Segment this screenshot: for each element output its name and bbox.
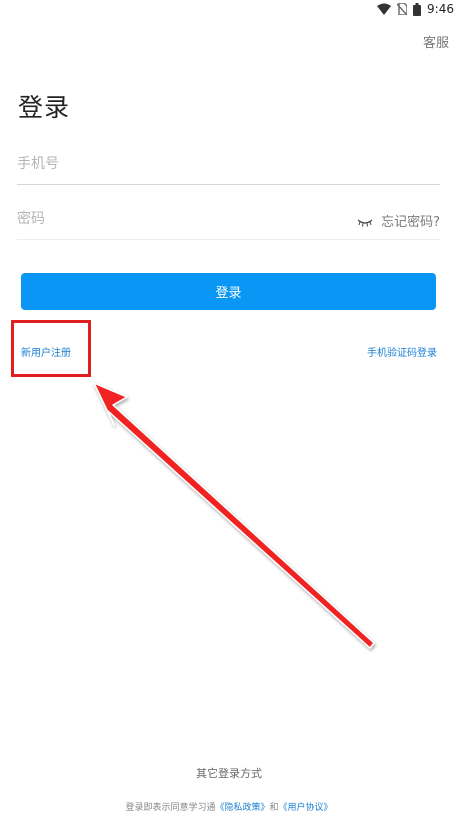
agreement-and: 和 (269, 803, 279, 813)
other-login-methods[interactable]: 其它登录方式 (0, 765, 458, 781)
privacy-policy-link[interactable]: 《隐私政策》 (215, 803, 269, 813)
annotation-arrow (93, 382, 375, 649)
user-agreement-link[interactable]: 《用户协议》 (279, 803, 333, 813)
agreement-text: 登录即表示同意学习通《隐私政策》和《用户协议》 (0, 800, 458, 813)
agreement-prefix: 登录即表示同意学习通 (125, 803, 216, 813)
